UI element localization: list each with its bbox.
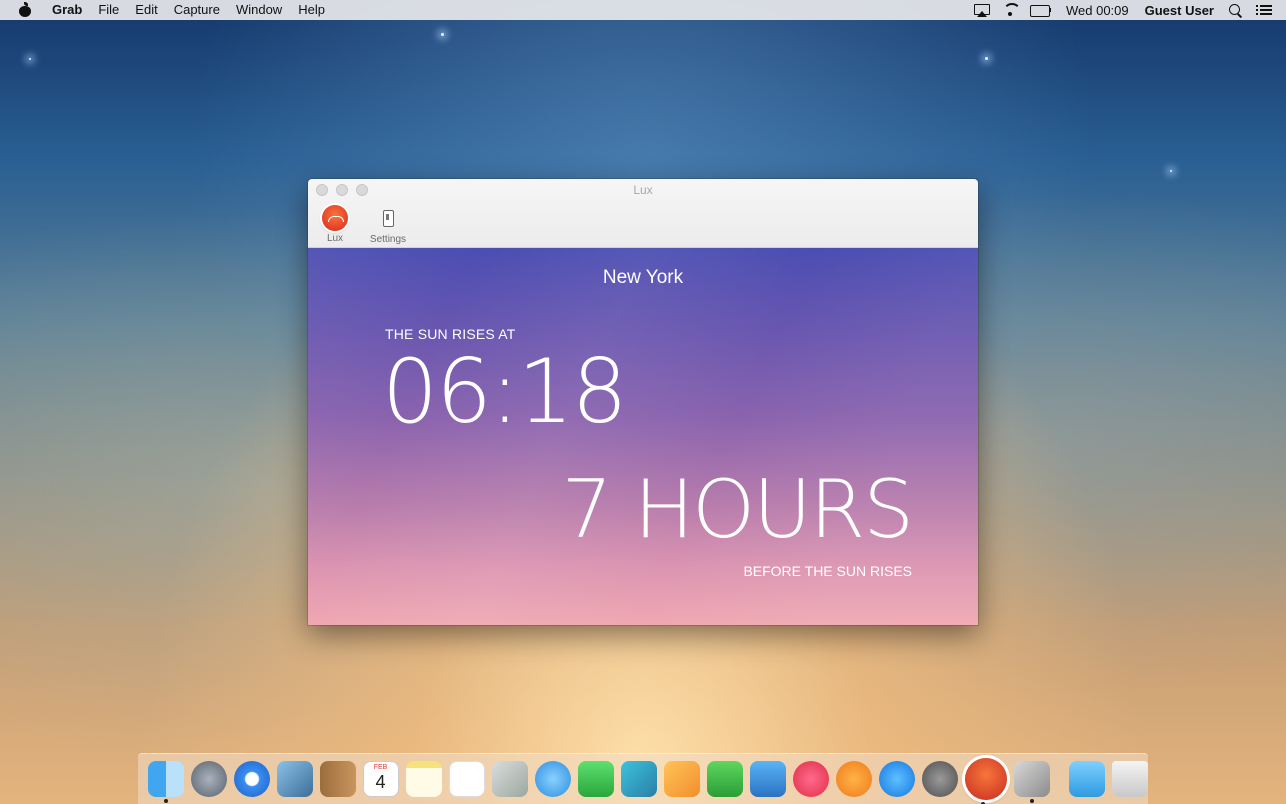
star [29,58,31,60]
menu-app-name[interactable]: Grab [44,0,90,20]
menu-bar: Grab File Edit Capture Window Help Wed 0… [0,0,1286,20]
menu-capture[interactable]: Capture [166,0,228,20]
sunrise-panel: New York THE SUN RISES AT 06:18 7 HOURS … [308,248,978,625]
toolbar-lux-button[interactable]: Lux [314,203,356,245]
system-preferences-icon[interactable] [921,761,958,797]
window-toolbar: Lux Settings [314,203,420,245]
facetime-icon[interactable] [577,761,614,797]
sunrise-time: 06:18 [382,340,628,443]
wifi-icon[interactable] [1002,3,1021,17]
app-store-icon[interactable] [878,761,915,797]
toolbar-lux-label: Lux [326,233,344,244]
dock: FEB 4 [138,753,1148,804]
star [1170,170,1172,172]
before-sunrise-label: BEFORE THE SUN RISES [743,563,912,579]
keynote-icon[interactable] [749,761,786,797]
safari-icon[interactable] [233,761,270,797]
menu-clock[interactable]: Wed 00:09 [1058,3,1137,18]
toolbar-settings-label: Settings [369,234,407,245]
notification-center-icon[interactable] [1256,3,1272,17]
airplay-icon[interactable] [973,3,990,17]
photos-icon[interactable] [620,761,657,797]
city-name: New York [602,267,684,288]
downloads-folder-icon[interactable] [1068,761,1105,797]
contacts-icon[interactable] [319,761,356,797]
calendar-icon[interactable]: FEB 4 [362,761,399,797]
reminders-icon[interactable] [448,761,485,797]
menu-window[interactable]: Window [228,0,290,20]
toolbar-settings-button[interactable]: Settings [362,203,414,245]
menu-user[interactable]: Guest User [1137,3,1222,18]
battery-icon[interactable] [1029,3,1052,17]
menu-help[interactable]: Help [290,0,333,20]
calendar-month: FEB [373,764,388,771]
apple-icon[interactable] [18,2,32,18]
spotlight-search-icon[interactable] [1228,3,1244,17]
launchpad-icon[interactable] [190,761,227,797]
window-title: Lux [633,183,653,197]
star [441,33,444,36]
pages-icon[interactable] [663,761,700,797]
menu-edit[interactable]: Edit [127,0,165,20]
calendar-day: 4 [375,772,386,792]
notes-icon[interactable] [405,761,442,797]
numbers-icon[interactable] [706,761,743,797]
ibooks-icon[interactable] [835,761,872,797]
lux-dock-icon[interactable] [964,758,1007,804]
window-titlebar[interactable]: Lux Lux Settings [308,179,978,248]
finder-icon[interactable] [147,761,184,803]
itunes-icon[interactable] [792,761,829,797]
messages-icon[interactable] [534,761,571,797]
mail-icon[interactable] [276,761,313,797]
hours-until-sunrise: 7 HOURS [561,463,914,556]
lux-window: Lux Lux Settings New York THE SUN RISES … [308,179,978,625]
menu-file[interactable]: File [90,0,127,20]
lux-icon [322,205,348,231]
grab-icon[interactable] [1013,761,1050,803]
trash-icon[interactable] [1111,761,1148,797]
photo-booth-icon[interactable] [491,761,528,797]
switch-icon [374,204,402,232]
star [985,57,988,60]
